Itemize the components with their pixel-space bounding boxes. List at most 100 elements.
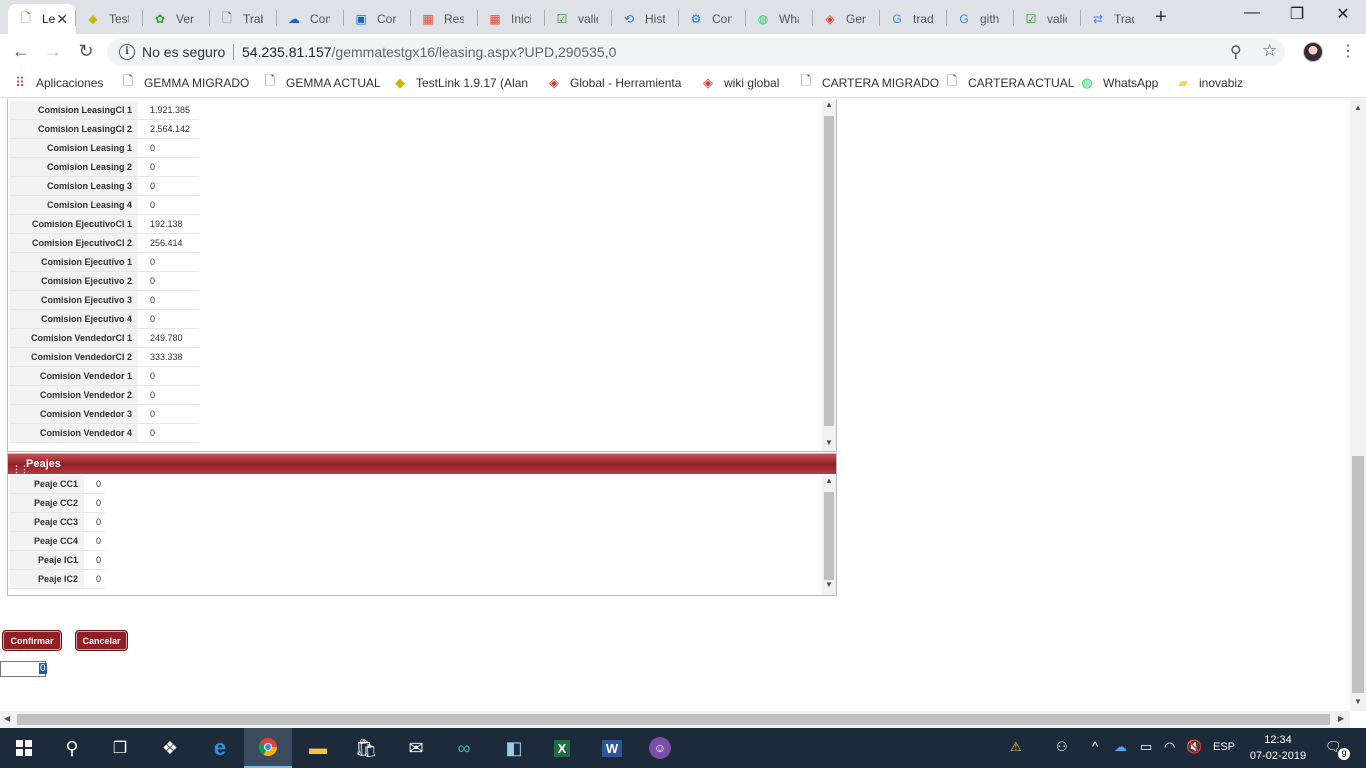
field-value[interactable]: 0 <box>138 386 199 404</box>
file-explorer-icon[interactable]: ▬ <box>294 728 342 768</box>
field-value[interactable]: 0 <box>84 494 105 512</box>
word-icon[interactable]: W <box>588 728 636 768</box>
battery-icon[interactable]: ▭ <box>1140 739 1152 755</box>
bookmark-item[interactable]: ◍ WhatsApp <box>1079 75 1158 91</box>
tab[interactable]: Gtradu <box>879 4 946 34</box>
forward-button[interactable]: → <box>41 41 65 62</box>
cancel-button[interactable]: Cancelar <box>75 630 128 651</box>
tab[interactable]: ☁ Comp <box>276 4 343 34</box>
bookmark-item[interactable]: 🗋 CARTERA ACTUAL <box>944 73 1075 91</box>
field-value[interactable]: 0 <box>84 532 105 550</box>
chrome-icon[interactable] <box>244 728 292 768</box>
comisiones-scroll-thumb[interactable] <box>824 116 834 426</box>
system-clock[interactable]: 12:34 07-02-2019 <box>1248 732 1308 764</box>
close-icon[interactable]: ✕ <box>56 11 68 28</box>
app-cat-icon[interactable]: ☺ <box>636 728 684 768</box>
scroll-down-icon[interactable]: ▼ <box>822 580 836 589</box>
bookmark-item[interactable]: ◈ Global - Herramienta <box>546 75 681 91</box>
tab[interactable]: ☑ valid <box>544 4 611 34</box>
tab[interactable]: ✿ Ver ir <box>142 4 209 34</box>
tab[interactable]: ▦ Resu <box>410 4 477 34</box>
field-value[interactable]: 1.921.385 <box>138 101 199 119</box>
windows-start-icon[interactable] <box>0 728 48 768</box>
dropbox-icon[interactable]: ❖ <box>146 728 194 768</box>
search-icon[interactable]: ⚲ <box>48 728 96 768</box>
field-value[interactable]: 333.338 <box>138 348 199 366</box>
field-value[interactable]: 249.780 <box>138 329 199 347</box>
peajes-scrollbar[interactable]: ▲ ▼ <box>822 476 836 595</box>
page-vertical-scrollbar[interactable]: ▲ ▼ <box>1350 99 1366 711</box>
excel-icon[interactable]: X <box>538 728 586 768</box>
field-value[interactable]: 0 <box>138 405 199 423</box>
scroll-left-icon[interactable]: ◀ <box>4 714 10 723</box>
field-value[interactable]: 0 <box>138 310 199 328</box>
value-input[interactable]: 0 <box>0 661 47 677</box>
scroll-up-icon[interactable]: ▲ <box>1354 103 1362 112</box>
field-value[interactable]: 0 <box>138 367 199 385</box>
tab[interactable]: ⇄ Tradu <box>1080 4 1147 34</box>
address-bar[interactable]: i No es seguro 54.235.81.157/gemmatestgx… <box>107 38 1285 66</box>
store-icon[interactable]: 🛍 <box>342 728 390 768</box>
tab[interactable]: 🗋 Traba <box>209 4 276 34</box>
scroll-down-icon[interactable]: ▼ <box>1354 697 1362 706</box>
tab[interactable]: ☑ valid <box>1013 4 1080 34</box>
avatar[interactable] <box>1303 42 1323 62</box>
mail-icon[interactable]: ✉ <box>392 728 440 768</box>
zoom-icon[interactable]: ⚲ <box>1230 42 1242 62</box>
update-warning-icon[interactable]: ⚠ <box>1010 739 1022 755</box>
field-value[interactable]: 0 <box>138 424 199 442</box>
scroll-right-icon[interactable]: ▶ <box>1338 714 1344 723</box>
chevron-up-icon[interactable]: ^ <box>1092 739 1098 754</box>
field-value[interactable]: 256.414 <box>138 234 199 252</box>
language-indicator[interactable]: ESP <box>1213 741 1235 753</box>
peajes-scroll-thumb[interactable] <box>824 492 834 580</box>
scroll-down-icon[interactable]: ▼ <box>822 438 836 447</box>
tab[interactable]: ▣ Corre <box>343 4 410 34</box>
field-value[interactable]: 0 <box>138 291 199 309</box>
bookmark-item[interactable]: ◈ wiki global <box>700 75 779 91</box>
info-icon[interactable]: i <box>119 44 135 60</box>
field-value[interactable]: 0 <box>138 196 199 214</box>
volume-muted-icon[interactable]: 🔇 <box>1186 739 1202 755</box>
tab[interactable]: ⟲ Histo <box>611 4 678 34</box>
minimize-button[interactable]: — <box>1229 4 1275 22</box>
field-value[interactable]: 0 <box>84 513 105 531</box>
wifi-icon[interactable]: ◠ <box>1164 739 1175 755</box>
task-view-icon[interactable]: ❐ <box>96 728 144 768</box>
scroll-up-icon[interactable]: ▲ <box>822 100 836 109</box>
bookmark-item[interactable]: ◆ TestLink 1.9.17 (Alan <box>392 75 528 91</box>
scroll-up-icon[interactable]: ▲ <box>822 476 836 485</box>
close-window-button[interactable]: ✕ <box>1320 4 1366 24</box>
tab[interactable]: ⚙ Confi <box>678 4 745 34</box>
page-vscroll-thumb[interactable] <box>1352 456 1364 693</box>
arduino-icon[interactable]: ∞ <box>440 728 488 768</box>
app-icon[interactable]: ◧ <box>490 728 538 768</box>
restore-button[interactable]: ❐ <box>1274 4 1320 24</box>
confirm-button[interactable]: Confirmar <box>2 630 62 651</box>
field-value[interactable]: 0 <box>84 475 105 493</box>
field-value[interactable]: 192.138 <box>138 215 199 233</box>
menu-icon[interactable]: ⋮ <box>1340 41 1356 61</box>
comisiones-scrollbar[interactable]: ▲ ▼ <box>822 100 836 451</box>
field-value[interactable]: 0 <box>138 253 199 271</box>
tab[interactable]: ◆ TestL <box>75 4 142 34</box>
tab[interactable]: Ggithu <box>946 4 1013 34</box>
reload-button[interactable]: ↻ <box>74 41 98 62</box>
page-hscroll-thumb[interactable] <box>17 714 1330 725</box>
bookmark-item[interactable]: ▰ inovabiz <box>1175 75 1243 91</box>
field-value[interactable]: 0 <box>138 272 199 290</box>
field-value[interactable]: 2.564.142 <box>138 120 199 138</box>
bookmark-item[interactable]: 🗋 GEMMA ACTUAL <box>262 73 381 91</box>
tab[interactable]: 🗋 Le ✕ <box>8 4 76 34</box>
field-value[interactable]: 0 <box>84 570 105 588</box>
security-label[interactable]: No es seguro <box>142 44 225 60</box>
field-value[interactable]: 0 <box>84 551 105 569</box>
edge-icon[interactable]: e <box>196 728 244 768</box>
back-button[interactable]: ← <box>9 41 33 62</box>
tab[interactable]: ▦ Inicia <box>477 4 544 34</box>
bookmark-item[interactable]: 🗋 GEMMA MIGRADO <box>120 73 250 91</box>
field-value[interactable]: 0 <box>138 177 199 195</box>
tab[interactable]: ◍ What <box>745 4 812 34</box>
star-icon[interactable]: ☆ <box>1262 41 1277 61</box>
page-horizontal-scrollbar[interactable]: ◀ ▶ <box>0 711 1350 728</box>
